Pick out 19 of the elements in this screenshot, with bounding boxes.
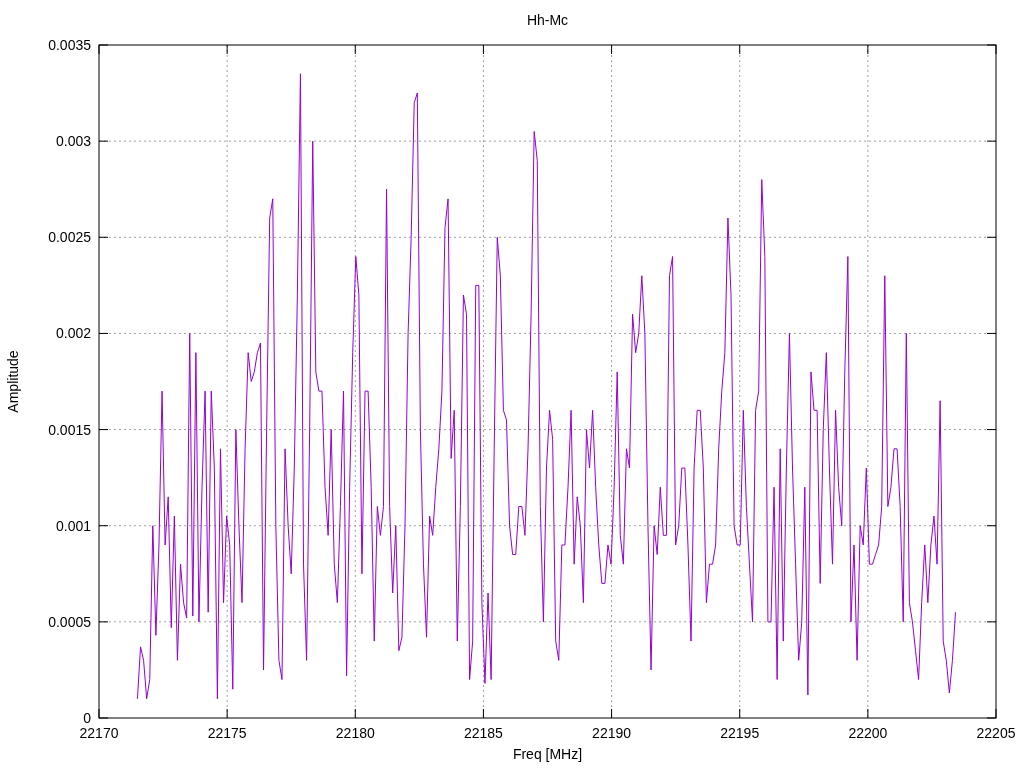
x-axis-label: Freq [MHz] xyxy=(512,746,583,762)
x-tick-label: 22205 xyxy=(976,725,1016,741)
x-tick-label: 22195 xyxy=(720,725,760,741)
chart-title: Hh-Mc xyxy=(526,12,569,28)
y-tick-label: 0.001 xyxy=(55,517,91,534)
x-tick-label: 22175 xyxy=(207,725,247,741)
y-tick-label: 0.0005 xyxy=(48,613,91,630)
y-tick-label: 0.0025 xyxy=(48,229,91,246)
y-tick-label: 0 xyxy=(83,710,91,726)
x-tick-label: 22170 xyxy=(79,725,119,741)
y-tick-label: 0.003 xyxy=(55,133,91,150)
y-tick-label: 0.0015 xyxy=(48,421,91,438)
y-tick-label: 0.0035 xyxy=(48,37,91,53)
x-tick-label: 22200 xyxy=(848,725,888,741)
y-tick-label: 0.002 xyxy=(55,325,91,342)
y-axis-label: Amplitude xyxy=(5,350,21,413)
x-tick-label: 22190 xyxy=(592,725,632,741)
x-tick-label: 22180 xyxy=(335,725,375,741)
x-tick-label: 22185 xyxy=(463,725,503,741)
